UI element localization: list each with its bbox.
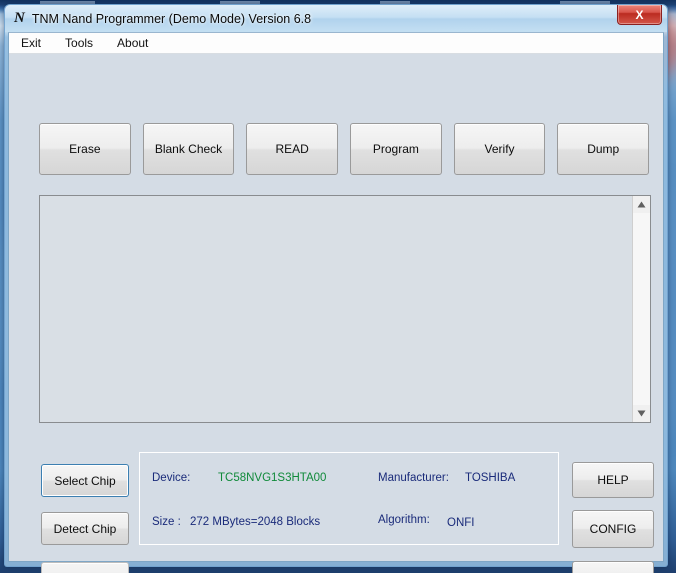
config-button[interactable]: CONFIG xyxy=(572,510,654,548)
blank-check-button[interactable]: Blank Check xyxy=(142,123,235,175)
scrollbar-track[interactable] xyxy=(633,213,650,405)
app-logo-icon: N xyxy=(14,10,25,26)
log-text-area[interactable] xyxy=(39,195,651,423)
program-button[interactable]: Program xyxy=(350,123,442,175)
device-info-panel: Device: TC58NVG1S3HTA00 Manufacturer: TO… xyxy=(139,452,559,545)
algorithm-label: Algorithm: xyxy=(378,514,430,526)
detect-chip-button[interactable]: Detect Chip xyxy=(41,512,129,545)
algorithm-value: ONFI xyxy=(447,517,475,529)
client-area: Exit Tools About Erase Blank Check READ … xyxy=(8,32,664,573)
desktop-background: N TNM Nand Programmer (Demo Mode) Versio… xyxy=(0,0,676,573)
help-button[interactable]: HELP xyxy=(572,462,654,498)
clean-log-button[interactable]: Clean Log xyxy=(572,561,654,573)
close-icon[interactable]: X xyxy=(617,5,662,25)
size-label: Size : xyxy=(152,516,181,528)
verify-button[interactable]: Verify xyxy=(453,123,546,175)
scroll-down-icon[interactable] xyxy=(633,405,650,422)
log-scrollbar[interactable] xyxy=(632,196,651,422)
size-value: 272 MBytes=2048 Blocks xyxy=(190,516,321,528)
menu-bar: Exit Tools About xyxy=(9,33,663,54)
manufacturer-value: TOSHIBA xyxy=(465,472,516,484)
read-button[interactable]: READ xyxy=(246,123,339,175)
log-text-content[interactable] xyxy=(40,196,632,422)
menu-item-tools[interactable]: Tools xyxy=(63,35,95,51)
scroll-up-icon[interactable] xyxy=(633,196,650,213)
abort-button: ABORT xyxy=(41,562,129,573)
select-chip-button[interactable]: Select Chip xyxy=(41,464,129,497)
device-value: TC58NVG1S3HTA00 xyxy=(218,472,327,484)
dump-button[interactable]: Dump xyxy=(557,123,650,175)
operation-toolbar: Erase Blank Check READ Program Verify Du… xyxy=(39,123,650,175)
manufacturer-label: Manufacturer: xyxy=(378,472,449,484)
erase-button[interactable]: Erase xyxy=(39,123,131,175)
device-label: Device: xyxy=(152,472,191,484)
application-window: N TNM Nand Programmer (Demo Mode) Versio… xyxy=(4,4,668,573)
menu-item-about[interactable]: About xyxy=(115,35,150,51)
window-title: TNM Nand Programmer (Demo Mode) Version … xyxy=(31,11,312,26)
title-bar[interactable]: N TNM Nand Programmer (Demo Mode) Versio… xyxy=(5,5,667,32)
menu-item-exit[interactable]: Exit xyxy=(19,35,43,51)
form-surface: Erase Blank Check READ Program Verify Du… xyxy=(9,54,663,573)
